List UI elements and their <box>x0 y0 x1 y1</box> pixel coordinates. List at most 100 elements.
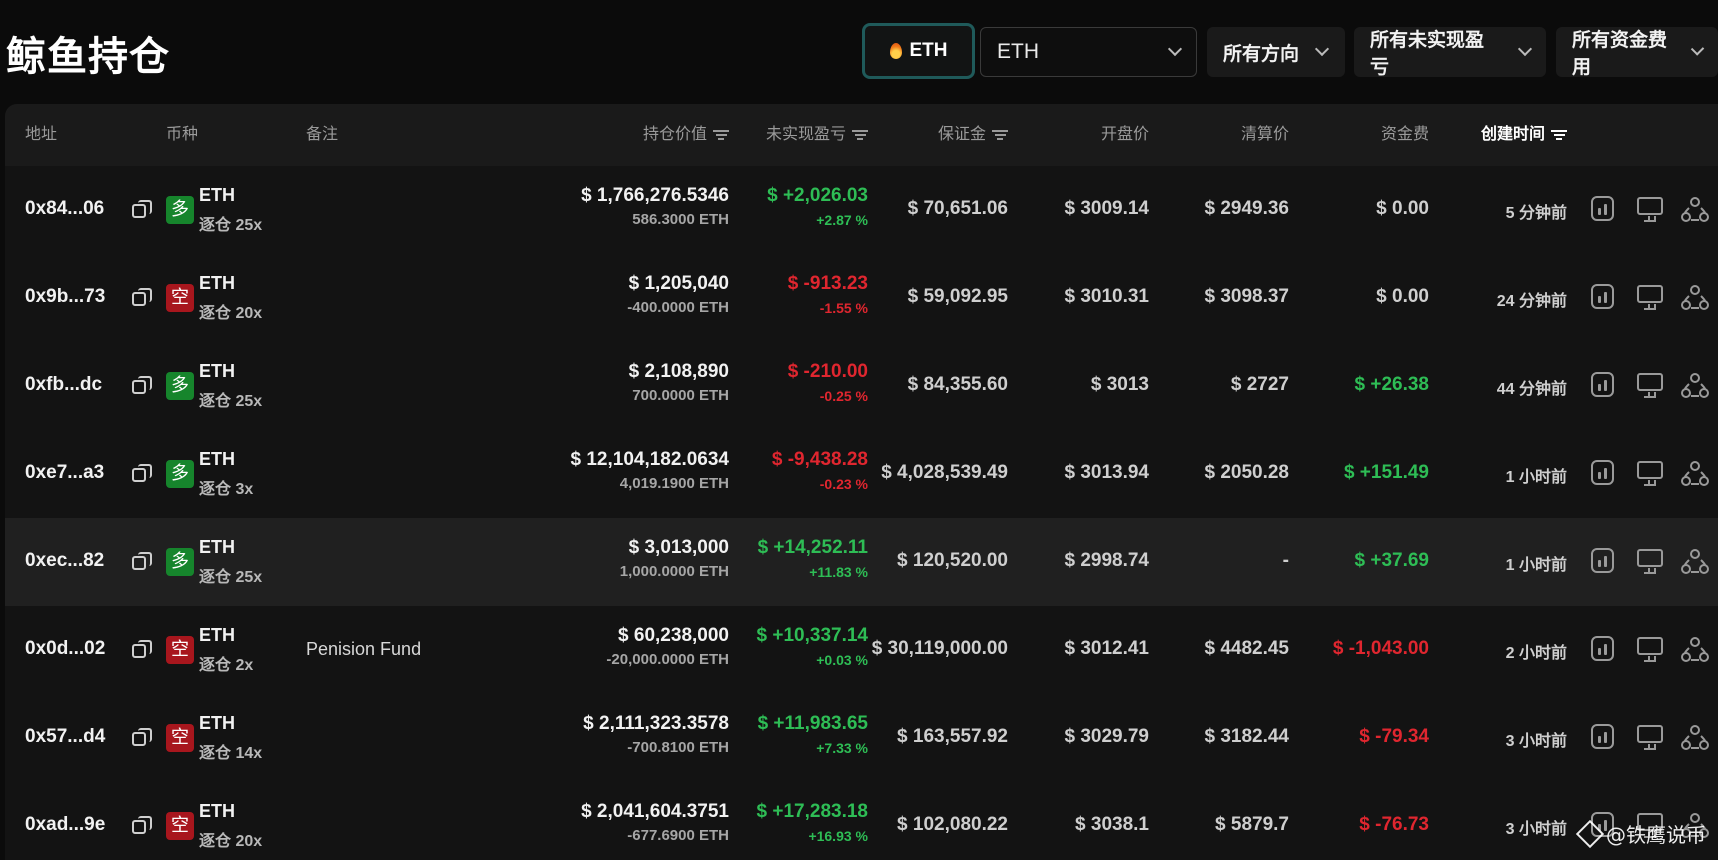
chart-icon[interactable] <box>1591 460 1614 485</box>
sort-icon <box>1551 129 1567 141</box>
chart-icon[interactable] <box>1591 724 1614 749</box>
liq-price: $ 2949.36 <box>1204 198 1289 219</box>
unrealized-pnl-percent: -0.23 % <box>819 476 868 492</box>
watermark: @铁鹰说币 <box>1575 819 1706 848</box>
monitor-icon[interactable] <box>1637 549 1663 574</box>
monitor-icon[interactable] <box>1637 373 1663 398</box>
monitor-icon[interactable] <box>1637 461 1663 486</box>
table-row[interactable]: 0x9b...73 空 ETH 逐仓 20x $ 1,205,040 -400.… <box>5 254 1718 342</box>
col-created[interactable]: 创建时间 <box>1481 104 1567 166</box>
share-icon[interactable] <box>1681 548 1709 576</box>
address-link[interactable]: 0x84...06 <box>25 198 104 220</box>
page-title: 鲸鱼持仓 <box>6 34 170 80</box>
unrealized-pnl-percent: +0.03 % <box>816 652 868 668</box>
share-icon[interactable] <box>1681 724 1709 752</box>
copy-icon[interactable] <box>132 200 153 218</box>
coin-name: ETH <box>199 625 235 645</box>
address-link[interactable]: 0xec...82 <box>25 550 104 572</box>
copy-icon[interactable] <box>132 728 153 746</box>
liq-price: - <box>1282 550 1289 571</box>
position-value: $ 2,041,604.3751 <box>581 801 729 822</box>
leverage: 逐仓 2x <box>199 657 254 674</box>
position-value: $ 3,013,000 <box>628 537 729 558</box>
created-time: 2 小时前 <box>1505 645 1567 662</box>
liq-price: $ 4482.45 <box>1204 638 1289 659</box>
share-icon[interactable] <box>1681 284 1709 312</box>
table-row[interactable]: 0xec...82 多 ETH 逐仓 25x $ 3,013,000 1,000… <box>5 518 1718 606</box>
position-size: 4,019.1900 ETH <box>619 475 729 492</box>
table-row[interactable]: 0x84...06 多 ETH 逐仓 25x $ 1,766,276.5346 … <box>5 166 1718 254</box>
col-position-value-label: 持仓价值 <box>642 126 707 143</box>
chart-icon[interactable] <box>1591 372 1614 397</box>
monitor-icon[interactable] <box>1637 637 1663 662</box>
chart-icon[interactable] <box>1591 548 1614 573</box>
leverage: 逐仓 25x <box>199 393 263 410</box>
created-time: 3 小时前 <box>1505 821 1567 838</box>
table-row[interactable]: 0x57...d4 空 ETH 逐仓 14x $ 2,111,323.3578 … <box>5 694 1718 782</box>
margin: $ 4,028,539.49 <box>881 462 1008 483</box>
coin-select[interactable]: ETH <box>980 27 1197 77</box>
unrealized-pnl: $ -9,438.28 <box>771 449 868 470</box>
col-open-price: 开盘价 <box>1100 126 1149 143</box>
address-link[interactable]: 0xad...9e <box>25 814 105 836</box>
coin-name: ETH <box>199 713 235 733</box>
unrealized-pnl: $ +10,337.14 <box>756 625 868 646</box>
monitor-icon[interactable] <box>1637 285 1663 310</box>
position-value: $ 2,108,890 <box>628 361 729 382</box>
col-position-value[interactable]: 持仓价值 <box>643 104 729 166</box>
copy-icon[interactable] <box>132 376 153 394</box>
unrealized-pnl-percent: +11.83 % <box>809 564 868 580</box>
address-link[interactable]: 0x9b...73 <box>25 286 105 308</box>
share-icon[interactable] <box>1681 460 1709 488</box>
direction-badge: 多 <box>166 460 194 488</box>
sort-icon <box>713 129 729 141</box>
address-link[interactable]: 0xfb...dc <box>25 374 102 396</box>
col-coin: 币种 <box>166 126 199 143</box>
funding-filter-label: 所有资金费用 <box>1572 30 1668 78</box>
share-icon[interactable] <box>1681 372 1709 400</box>
address-link[interactable]: 0x0d...02 <box>25 638 105 660</box>
col-unrealized-pnl[interactable]: 未实现盈亏 <box>766 104 868 166</box>
copy-icon[interactable] <box>132 640 153 658</box>
watermark-text: @铁鹰说币 <box>1606 823 1706 847</box>
direction-filter-label: 所有方向 <box>1223 43 1300 65</box>
funding-filter[interactable]: 所有资金费用 <box>1556 27 1718 78</box>
table-row[interactable]: 0xfb...dc 多 ETH 逐仓 25x $ 2,108,890 700.0… <box>5 342 1718 430</box>
coin-name: ETH <box>199 185 235 205</box>
pnl-filter[interactable]: 所有未实现盈亏 <box>1354 27 1546 78</box>
share-icon[interactable] <box>1681 636 1709 664</box>
copy-icon[interactable] <box>132 464 153 482</box>
coin-chip-eth[interactable]: ETH <box>862 23 975 79</box>
funding-fee: $ 0.00 <box>1376 286 1429 307</box>
address-link[interactable]: 0x57...d4 <box>25 726 105 748</box>
share-icon[interactable] <box>1681 196 1709 224</box>
copy-icon[interactable] <box>132 288 153 306</box>
leverage: 逐仓 20x <box>199 833 263 850</box>
open-price: $ 3029.79 <box>1064 726 1149 747</box>
monitor-icon[interactable] <box>1637 725 1663 750</box>
margin: $ 70,651.06 <box>907 198 1008 219</box>
unrealized-pnl-percent: -0.25 % <box>819 388 868 404</box>
margin: $ 84,355.60 <box>907 374 1008 395</box>
sort-icon <box>852 129 868 141</box>
direction-filter[interactable]: 所有方向 <box>1207 27 1345 77</box>
copy-icon[interactable] <box>132 552 153 570</box>
chart-icon[interactable] <box>1591 636 1614 661</box>
unrealized-pnl-percent: -1.55 % <box>819 300 868 316</box>
chart-icon[interactable] <box>1591 284 1614 309</box>
monitor-icon[interactable] <box>1637 197 1663 222</box>
created-time: 1 小时前 <box>1505 469 1567 486</box>
address-link[interactable]: 0xe7...a3 <box>25 462 104 484</box>
copy-icon[interactable] <box>132 816 153 834</box>
pnl-filter-label: 所有未实现盈亏 <box>1370 30 1485 78</box>
direction-badge: 多 <box>166 196 194 224</box>
col-margin[interactable]: 保证金 <box>938 104 1008 166</box>
direction-badge: 空 <box>166 636 194 664</box>
table-row[interactable]: 0xe7...a3 多 ETH 逐仓 3x $ 12,104,182.0634 … <box>5 430 1718 518</box>
open-price: $ 3010.31 <box>1064 286 1149 307</box>
open-price: $ 3012.41 <box>1064 638 1149 659</box>
table-row[interactable]: 0x0d...02 空 ETH 逐仓 2x Penision Fund $ 60… <box>5 606 1718 694</box>
margin: $ 102,080.22 <box>897 814 1008 835</box>
chart-icon[interactable] <box>1591 196 1614 221</box>
table-row[interactable]: 0xad...9e 空 ETH 逐仓 20x $ 2,041,604.3751 … <box>5 782 1718 860</box>
